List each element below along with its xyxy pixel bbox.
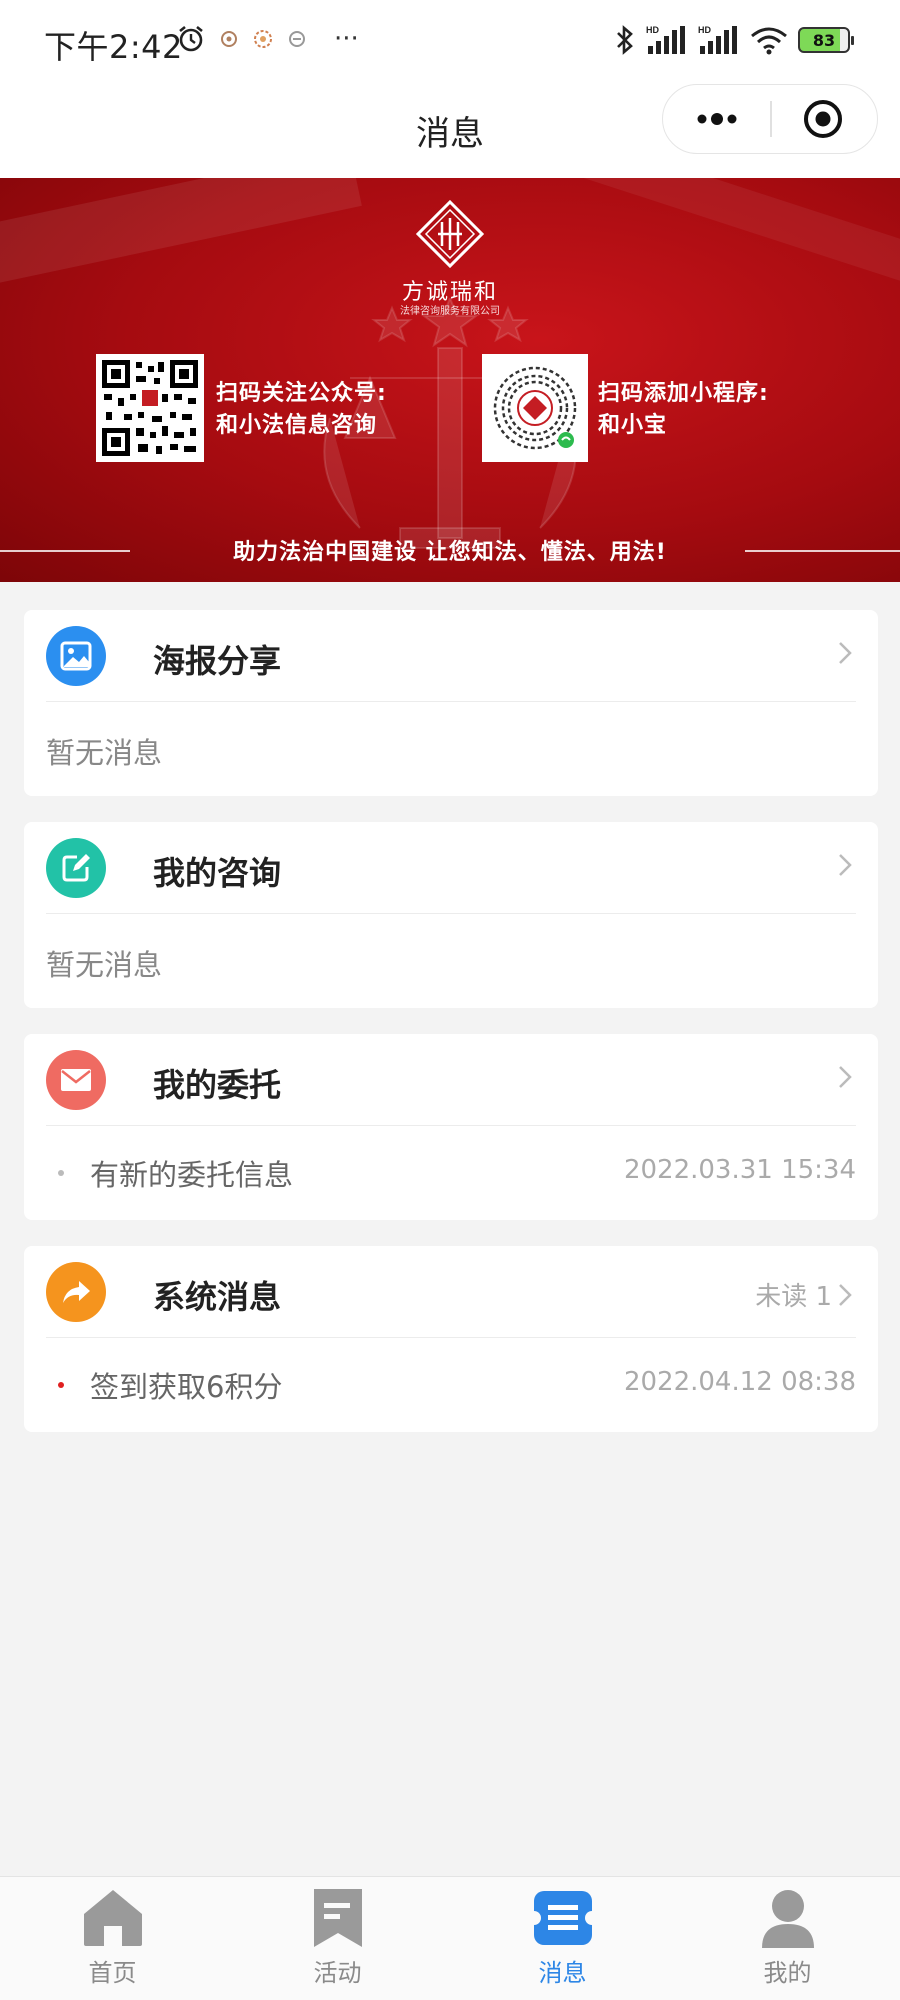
card-body: 暂无消息 [46,914,856,1008]
tab-bar: 首页 活动 消息 我的 [0,1876,900,2000]
chevron-right-icon [839,854,852,876]
message-icon [531,1887,594,1949]
chevron-right-icon [839,1066,852,1088]
qr-code-icon [102,360,198,456]
more-dots-icon [697,113,737,125]
card-title: 系统消息 [153,1278,282,1316]
status-time: 下午2:42 [44,28,183,66]
banner-qr-left-text: 扫码关注公众号: 和小法信息咨询 [216,378,387,442]
battery-icon: 83 [798,27,854,53]
app-notification-icon [254,30,272,48]
card-system-messages: 系统消息 未读 1 签到获取6积分 2022.04.12 08:38 [24,1246,878,1432]
tab-activity[interactable]: 活动 [225,1877,450,2000]
chevron-right-icon [839,642,852,664]
app-notification-icon [221,31,237,47]
status-system-icons: HD HD 83 [614,24,854,56]
card-arrow [838,852,852,878]
status-notification-icons: ··· [176,24,359,54]
svg-text:HD: HD [698,25,711,35]
user-icon [757,1887,819,1949]
card-body: 暂无消息 [46,702,856,796]
qr-code-official-account [96,354,204,462]
wifi-icon [751,27,787,55]
share-arrow-icon [46,1262,106,1322]
unread-count: 未读 1 [755,1282,832,1312]
bluetooth-icon [617,25,633,55]
home-icon [82,1887,144,1949]
card-header-my-consultation[interactable]: 我的咨询 [46,822,856,914]
card-my-entrustment: 我的委托 有新的委托信息 2022.03.31 15:34 [24,1034,878,1220]
bookmark-icon [307,1887,369,1949]
close-button[interactable] [769,85,877,153]
tab-label: 消息 [538,1959,587,1987]
more-notifications-icon: ··· [334,24,359,54]
card-unread: 未读 1 [755,1276,852,1313]
message-row[interactable]: 签到获取6积分 2022.04.12 08:38 [46,1338,856,1432]
tab-profile[interactable]: 我的 [675,1877,900,2000]
tab-messages[interactable]: 消息 [450,1877,675,2000]
empty-message: 暂无消息 [46,948,163,982]
tab-label: 首页 [88,1959,137,1987]
status-bar: 下午2:42 ··· HD HD 83 [0,0,900,84]
banner-qr-left-line1: 扫码关注公众号: [216,381,387,406]
chevron-right-icon [839,1283,852,1306]
image-icon [46,626,106,686]
banner-brand-subtitle: 法律咨询服务有限公司 [400,306,500,317]
card-title: 海报分享 [153,642,282,680]
message-text: 签到获取6积分 [90,1370,283,1404]
tab-home[interactable]: 首页 [0,1877,225,2000]
card-arrow [838,1064,852,1090]
unread-dot [58,1382,64,1388]
app-notification-icon [289,31,305,47]
qr-code-mini-program [482,354,588,462]
message-time: 2022.04.12 08:38 [623,1367,856,1397]
card-poster-share: 海报分享 暂无消息 [24,610,878,796]
brand-logo-icon [416,200,484,268]
card-header-my-entrustment[interactable]: 我的委托 [46,1034,856,1126]
mail-icon [46,1050,106,1110]
card-my-consultation: 我的咨询 暂无消息 [24,822,878,1008]
signal-icon: HD [646,25,685,54]
banner-qr-right-line1: 扫码添加小程序: [598,381,769,406]
banner-decoration [504,178,900,282]
card-title: 我的咨询 [153,854,282,892]
more-button[interactable] [663,85,771,153]
mini-program-code-icon [491,364,579,452]
banner-qr-left-line2: 和小法信息咨询 [216,413,378,438]
edit-icon [46,838,106,898]
card-header-poster-share[interactable]: 海报分享 [46,610,856,702]
tab-label: 我的 [763,1959,812,1987]
svg-text:HD: HD [646,25,659,35]
nav-bar: 消息 [0,84,900,178]
promo-banner[interactable]: 方诚瑞和 法律咨询服务有限公司 扫码关注公众号: 和小法信息咨询 扫码添加小程序… [0,178,900,582]
banner-qr-right-line2: 和小宝 [598,413,668,438]
banner-decoration [0,178,362,289]
signal-icon: HD [698,25,737,54]
message-text: 有新的委托信息 [90,1158,294,1192]
message-row[interactable]: 有新的委托信息 2022.03.31 15:34 [46,1126,856,1220]
target-close-icon [804,100,842,138]
alarm-icon [179,25,203,52]
empty-message: 暂无消息 [46,736,163,770]
card-header-system-messages[interactable]: 系统消息 未读 1 [46,1246,856,1338]
card-arrow [838,640,852,666]
message-time: 2022.03.31 15:34 [623,1155,856,1185]
banner-qr-right-text: 扫码添加小程序: 和小宝 [598,378,769,442]
mini-program-capsule [662,84,878,154]
battery-level: 83 [812,30,836,50]
card-title: 我的委托 [153,1066,282,1104]
message-dot [58,1170,64,1176]
tab-label: 活动 [313,1959,362,1987]
banner-slogan: 助力法治中国建设 让您知法、懂法、用法! [233,540,667,565]
